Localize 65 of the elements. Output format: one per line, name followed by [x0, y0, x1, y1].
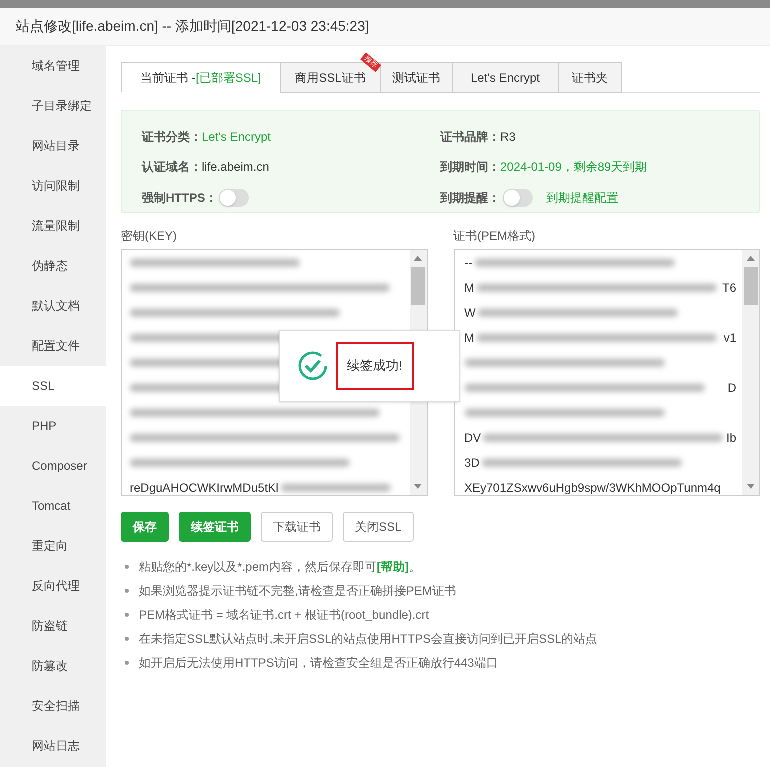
field-value: life.abeim.cn — [202, 159, 270, 176]
key-text-line: reDguAHOCWKIrwMDu5tKl — [130, 480, 279, 495]
sidebar-item[interactable]: PHP — [0, 406, 106, 446]
field-label: 证书品牌： — [440, 129, 500, 146]
certificate-text: v1 — [724, 330, 736, 346]
note-text: 如开启后无法使用HTTPS访问，请检查安全组是否正确放行443端口 — [139, 654, 498, 672]
bullet-icon — [125, 612, 129, 616]
sidebar-item[interactable]: 伪静态 — [0, 246, 106, 286]
sidebar-item[interactable]: 防盗链 — [0, 606, 106, 646]
bullet-icon — [125, 564, 129, 568]
certificate-text: W — [464, 304, 476, 322]
field-label: 证书分类： — [142, 129, 202, 146]
tab[interactable]: Let's Encrypt — [452, 62, 559, 93]
note-text: 粘贴您的*.key以及*.pem内容，然后保存即可[帮助]。 — [139, 558, 422, 576]
tab[interactable]: 测试证书 — [380, 62, 453, 93]
sidebar-item[interactable]: 网站目录 — [0, 126, 106, 166]
action-button[interactable]: 下载证书 — [261, 512, 333, 542]
note-text: PEM格式证书 = 域名证书.crt + 根证书(root_bundle).crt — [139, 606, 430, 624]
sidebar-item[interactable]: 流量限制 — [0, 206, 106, 246]
certificate-text: DV — [464, 430, 482, 446]
bullet-icon — [125, 588, 129, 592]
window-title: 站点修改[life.abeim.cn] -- 添加时间[2021-12-03 23:45:23] — [16, 17, 370, 36]
sidebar-item[interactable]: 安全扫描 — [0, 686, 106, 726]
note-text: 如果浏览器提示证书链不完整,请检查是否正确拼接PEM证书 — [139, 582, 456, 600]
certificate-text: M — [464, 280, 474, 296]
certificate-text: Ib — [726, 430, 736, 446]
field-label: 认证域名： — [142, 159, 202, 176]
certificate-text: M — [464, 330, 474, 346]
sidebar-item[interactable]: 域名管理 — [0, 46, 106, 86]
certificate-text: 3D — [464, 454, 480, 472]
sidebar-item[interactable]: Composer — [0, 446, 106, 486]
sidebar-item[interactable]: SSL — [0, 366, 106, 406]
action-button[interactable]: 关闭SSL — [343, 512, 414, 542]
sidebar-item[interactable]: 子目录绑定 — [0, 86, 106, 126]
bullet-icon — [125, 660, 129, 664]
tab[interactable]: 证书夹 — [558, 62, 622, 93]
sidebar-item[interactable]: 网站日志 — [0, 726, 106, 766]
sidebar-item[interactable]: 重定向 — [0, 526, 106, 566]
sidebar-item[interactable]: 默认文档 — [0, 286, 106, 326]
certificate-text: XEy701ZSxwv6uHgb9spw/3WKhMOOpTunm4q — [464, 480, 721, 495]
tab[interactable]: 当前证书 -[已部署SSL] — [121, 62, 281, 93]
sidebar-item[interactable]: 配置文件 — [0, 326, 106, 366]
certificate-text: -- — [464, 254, 472, 272]
toggle-switch[interactable] — [219, 188, 250, 207]
sidebar-item[interactable]: 反向代理 — [0, 566, 106, 606]
field-label: 密钥(KEY) — [121, 228, 178, 245]
check-circle-icon — [298, 351, 328, 381]
sidebar-item[interactable]: 防篡改 — [0, 646, 106, 686]
toast-message: 续签成功! — [347, 358, 403, 373]
field-value: R3 — [500, 129, 516, 146]
toggle-switch[interactable] — [502, 188, 532, 207]
field-value: Let's Encrypt — [202, 129, 271, 146]
certificate-textarea[interactable]: -- M T6 W M v1 D DV Ib 3D XEy701ZSxwv6uHgb9spw/3WKhMOOpTunm4q — [454, 249, 760, 496]
field-label: 强制HTTPS： — [142, 190, 218, 207]
note-text: 在未指定SSL默认站点时,未开启SSL的站点使用HTTPS会直接访问到已开启SSL的站点 — [139, 630, 598, 648]
field-label: 证书(PEM格式) — [454, 228, 536, 245]
scrollbar[interactable] — [742, 250, 759, 495]
field-value: 2024-01-09，剩余89天到期 — [500, 159, 648, 176]
sidebar-item[interactable]: Tomcat — [0, 486, 106, 526]
field-label: 到期时间： — [440, 159, 500, 176]
field-label: 到期提醒： — [440, 190, 500, 207]
certificate-text: D — [728, 380, 736, 396]
bullet-icon — [125, 636, 129, 640]
certificate-text: T6 — [722, 280, 736, 296]
sidebar-item[interactable]: 访问限制 — [0, 166, 106, 206]
